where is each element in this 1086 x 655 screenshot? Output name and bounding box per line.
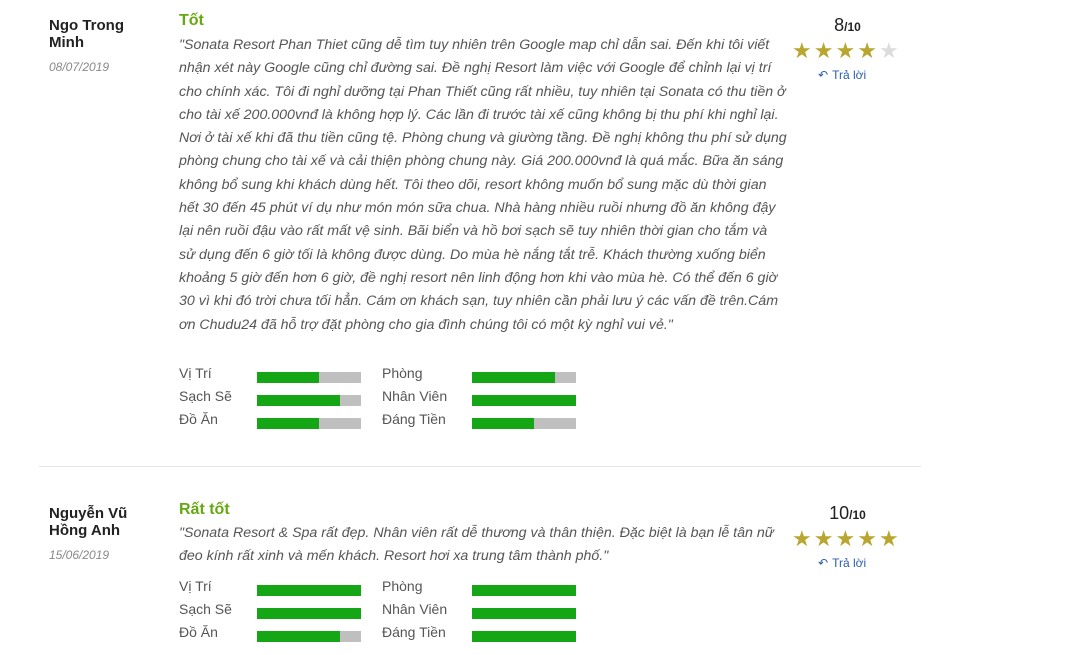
criteria-bar-fill [472,372,556,383]
reply-button[interactable]: ↶ Trả lời [818,68,866,82]
criteria-label: Sạch Sẽ [179,388,232,404]
criteria-bar-fill [257,395,341,406]
review-score: 10/10 [800,503,895,524]
reply-label: Trả lời [832,556,867,570]
criteria-label: Đáng Tiền [382,411,446,427]
reply-button[interactable]: ↶ Trả lời [818,556,866,570]
criteria-bar [257,585,361,596]
criteria-bar-fill [472,418,535,429]
criteria-bar-fill [472,395,576,406]
criteria-bar [257,631,361,642]
criteria-bar [472,372,576,383]
review-author: Nguyễn Vũ Hồng Anh [49,505,128,539]
star-icon: ★ [792,39,812,64]
criteria-bar [472,631,576,642]
criteria-bar-fill [257,372,320,383]
criteria-label: Nhân Viên [382,601,448,617]
review-title: Rất tốt [179,501,230,518]
score-value: 10 [829,503,850,523]
criteria-bar [257,395,361,406]
star-icon: ★ [792,527,812,552]
criteria-bar-fill [257,418,320,429]
criteria-label: Nhân Viên [382,388,448,404]
criteria-bar [472,585,576,596]
criteria-bar-fill [257,608,361,619]
review-title: Tốt [179,12,204,29]
criteria-bar-fill [257,631,341,642]
criteria-bar [257,418,361,429]
criteria-bar [257,372,361,383]
score-max: /10 [844,20,861,34]
review-text: "Sonata Resort & Spa rất đẹp. Nhân viên … [179,525,774,565]
score-value: 8 [834,15,845,35]
criteria-label: Phòng [382,578,423,594]
criteria-bar-fill [472,585,576,596]
criteria-bar [472,395,576,406]
star-icon: ★ [857,39,877,64]
review-date: 08/07/2019 [49,60,110,74]
criteria-bar-fill [472,631,576,642]
criteria-bar [472,608,576,619]
review-author: Ngo Trong Minh [49,17,124,51]
star-icon: ★ [835,527,856,552]
star-icon: ★ [878,527,899,552]
score-max: /10 [849,508,866,522]
review-text: "Sonata Resort Phan Thiet cũng dễ tìm tu… [179,37,787,333]
criteria-label: Sạch Sẽ [179,601,232,617]
criteria-bar [257,608,361,619]
review-date: 15/06/2019 [49,548,110,562]
criteria-bar-fill [472,608,576,619]
star-rating: ★ ★ ★ ★ ★ [792,41,904,63]
criteria-label: Vị Trí [179,578,212,594]
criteria-label: Đáng Tiền [382,624,446,640]
star-rating: ★ ★ ★ ★ ★ [792,529,904,551]
star-icon: ★ [835,39,856,64]
criteria-bar-fill [257,585,361,596]
reply-arrow-icon: ↶ [818,556,829,570]
criteria-label: Phòng [382,365,423,381]
star-icon: ★ [813,39,834,64]
review-score: 8/10 [800,15,895,36]
reply-arrow-icon: ↶ [818,68,829,82]
star-icon: ★ [813,527,834,552]
criteria-label: Vị Trí [179,365,212,381]
criteria-bar [472,418,576,429]
review-divider [39,466,921,467]
star-icon: ★ [878,39,899,64]
reply-label: Trả lời [832,68,867,82]
star-icon: ★ [857,527,877,552]
criteria-label: Đồ Ăn [179,624,218,640]
criteria-label: Đồ Ăn [179,411,218,427]
